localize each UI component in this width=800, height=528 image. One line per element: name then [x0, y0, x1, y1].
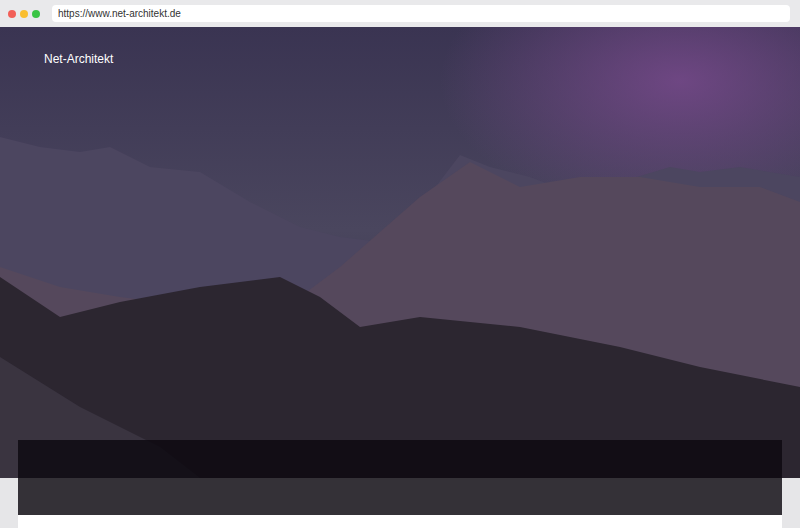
- card-body: [18, 515, 782, 528]
- card-header: [18, 440, 782, 515]
- site-title[interactable]: Net-Architekt: [0, 27, 800, 66]
- close-icon[interactable]: [8, 10, 16, 18]
- hero-image: Net-Architekt: [0, 27, 800, 478]
- minimize-icon[interactable]: [20, 10, 28, 18]
- address-bar[interactable]: https://www.net-architekt.de: [52, 5, 790, 22]
- browser-toolbar: https://www.net-architekt.de: [0, 0, 800, 27]
- maximize-icon[interactable]: [32, 10, 40, 18]
- window-controls: [8, 10, 40, 18]
- mountain-photo: [0, 27, 800, 478]
- content-card: [18, 440, 782, 528]
- browser-window: https://www.net-architekt.de Net-Architek…: [0, 0, 800, 528]
